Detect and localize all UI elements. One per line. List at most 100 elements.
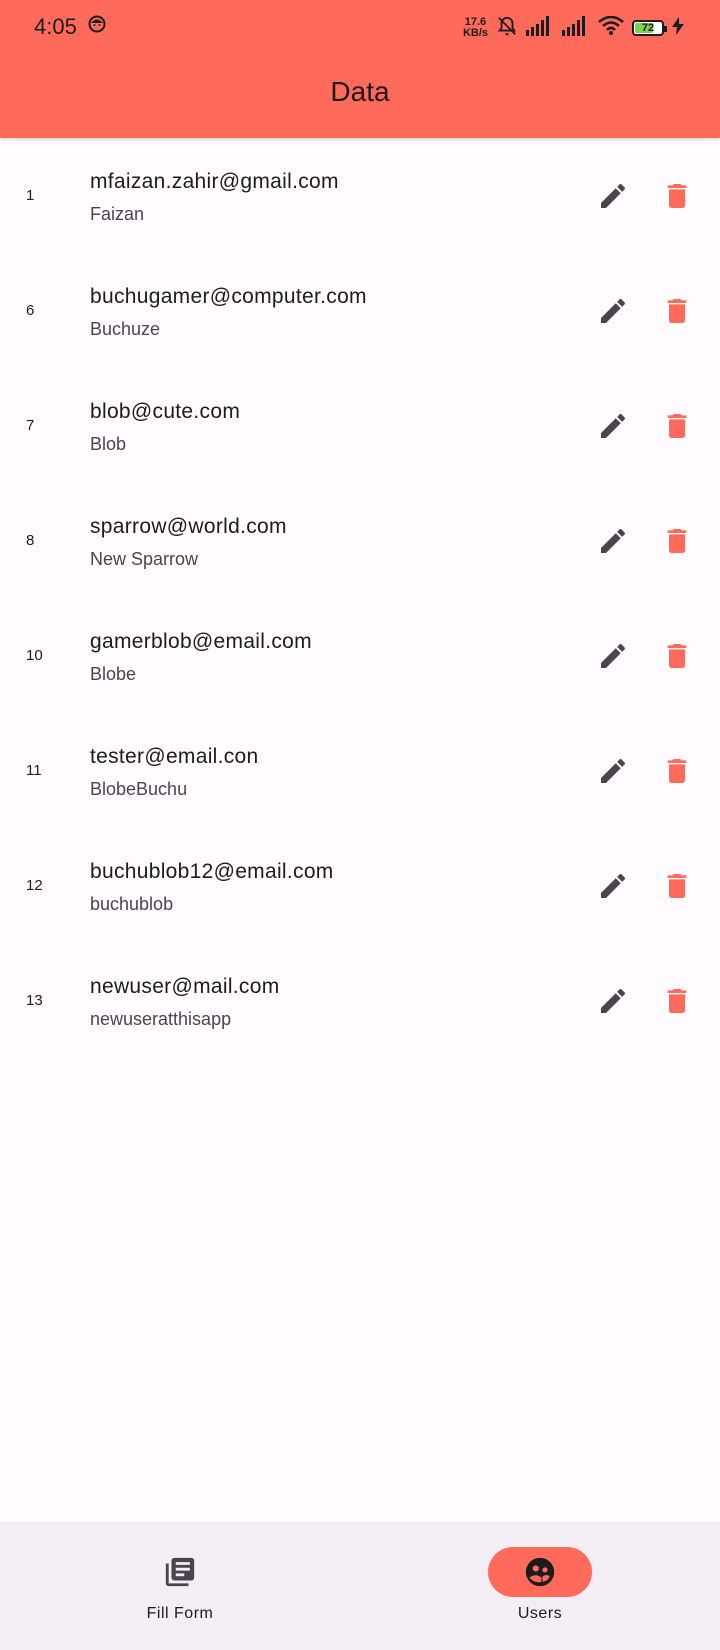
delete-button[interactable] xyxy=(660,409,694,443)
edit-icon xyxy=(601,873,626,898)
bell-off-icon xyxy=(496,15,518,42)
user-row: 7 blob@cute.com Blob xyxy=(0,368,720,483)
row-actions xyxy=(596,138,694,253)
user-email: newuser@mail.com xyxy=(90,975,280,998)
row-actions xyxy=(596,713,694,828)
nav-pill xyxy=(488,1547,592,1597)
delete-icon xyxy=(667,873,687,898)
edit-icon xyxy=(601,988,626,1013)
user-email: mfaizan.zahir@gmail.com xyxy=(90,170,339,193)
delete-button[interactable] xyxy=(660,984,694,1018)
edit-icon xyxy=(601,528,626,553)
signal-icon xyxy=(526,15,554,41)
delete-icon xyxy=(667,298,687,323)
user-name: BlobeBuchu xyxy=(90,779,188,799)
status-time: 4:05 xyxy=(34,14,77,39)
edit-icon xyxy=(601,643,626,668)
user-email: buchublob12@email.com xyxy=(90,860,334,883)
user-id: 6 xyxy=(26,302,35,319)
delete-icon xyxy=(667,183,687,208)
page-title: Data xyxy=(330,76,390,107)
user-name: newuseratthisapp xyxy=(90,1009,232,1029)
user-id: 7 xyxy=(26,417,35,434)
edit-button[interactable] xyxy=(596,409,630,443)
user-id: 12 xyxy=(26,877,43,894)
user-email: blob@cute.com xyxy=(90,400,241,423)
edit-button[interactable] xyxy=(596,984,630,1018)
delete-button[interactable] xyxy=(660,524,694,558)
battery-icon: 72 xyxy=(632,20,667,36)
delete-button[interactable] xyxy=(660,179,694,213)
edit-icon xyxy=(601,183,626,208)
net-speed-unit: KB/s xyxy=(462,27,488,39)
user-row: 6 buchugamer@computer.com Buchuze xyxy=(0,253,720,368)
user-text: sparrow@world.com New Sparrow xyxy=(90,515,287,570)
row-actions xyxy=(596,368,694,483)
delete-icon xyxy=(667,988,687,1013)
row-actions xyxy=(596,828,694,943)
delete-button[interactable] xyxy=(660,639,694,673)
edit-button[interactable] xyxy=(596,179,630,213)
app-bar: Data xyxy=(0,56,720,138)
edit-button[interactable] xyxy=(596,524,630,558)
user-text: mfaizan.zahir@gmail.com Faizan xyxy=(90,170,339,225)
user-name: Blob xyxy=(90,434,127,454)
user-name: Faizan xyxy=(90,204,145,224)
battery-cap xyxy=(664,26,667,32)
status-bar: 4:05 17.6 KB/s 72 xyxy=(0,0,720,56)
user-id: 11 xyxy=(26,762,42,779)
user-row: 1 mfaizan.zahir@gmail.com Faizan xyxy=(0,138,720,253)
user-row: 10 gamerblob@email.com Blobe xyxy=(0,598,720,713)
user-id: 10 xyxy=(26,647,43,664)
signal-icon xyxy=(562,15,590,41)
user-email: buchugamer@computer.com xyxy=(90,285,367,308)
wifi-icon xyxy=(598,15,624,41)
delete-icon xyxy=(667,758,687,783)
charging-icon xyxy=(672,16,684,40)
edit-icon xyxy=(601,758,626,783)
user-text: gamerblob@email.com Blobe xyxy=(90,630,312,685)
user-id: 13 xyxy=(26,992,43,1009)
nav-label-fill-form: Fill Form xyxy=(146,1605,214,1622)
user-row: 12 buchublob12@email.com buchublob xyxy=(0,828,720,943)
edit-button[interactable] xyxy=(596,869,630,903)
nav-item-fill-form[interactable]: Fill Form xyxy=(80,1522,280,1650)
users-icon xyxy=(525,1557,555,1587)
delete-button[interactable] xyxy=(660,869,694,903)
user-text: newuser@mail.com newuseratthisapp xyxy=(90,975,280,1030)
user-name: buchublob xyxy=(90,894,174,914)
face-icon xyxy=(88,15,106,38)
user-name: Buchuze xyxy=(90,319,161,339)
user-name: New Sparrow xyxy=(90,549,199,569)
battery-text: 72 xyxy=(641,22,655,34)
user-row: 8 sparrow@world.com New Sparrow xyxy=(0,483,720,598)
article-icon xyxy=(165,1557,195,1587)
delete-icon xyxy=(667,413,687,438)
user-text: blob@cute.com Blob xyxy=(90,400,240,455)
edit-icon xyxy=(601,298,626,323)
user-email: gamerblob@email.com xyxy=(90,630,312,653)
user-name: Blobe xyxy=(90,664,137,684)
delete-button[interactable] xyxy=(660,294,694,328)
nav-pill xyxy=(128,1547,232,1597)
row-actions xyxy=(596,943,694,1058)
user-row: 13 newuser@mail.com newuseratthisapp xyxy=(0,943,720,1058)
edit-button[interactable] xyxy=(596,754,630,788)
net-speed: 17.6 KB/s xyxy=(463,17,488,39)
row-actions xyxy=(596,483,694,598)
delete-icon xyxy=(667,643,687,668)
user-email: tester@email.con xyxy=(90,745,259,768)
nav-label-users: Users xyxy=(517,1605,563,1622)
edit-button[interactable] xyxy=(596,294,630,328)
edit-button[interactable] xyxy=(596,639,630,673)
user-text: tester@email.con BlobeBuchu xyxy=(90,745,259,800)
row-actions xyxy=(596,253,694,368)
delete-button[interactable] xyxy=(660,754,694,788)
nav-item-users[interactable]: Users xyxy=(440,1522,640,1650)
user-list: 1 mfaizan.zahir@gmail.com Faizan 6 buchu… xyxy=(0,138,720,1058)
bottom-nav: Fill Form Users xyxy=(0,1522,720,1650)
user-text: buchugamer@computer.com Buchuze xyxy=(90,285,367,340)
user-text: buchublob12@email.com buchublob xyxy=(90,860,334,915)
row-actions xyxy=(596,598,694,713)
delete-icon xyxy=(667,528,687,553)
